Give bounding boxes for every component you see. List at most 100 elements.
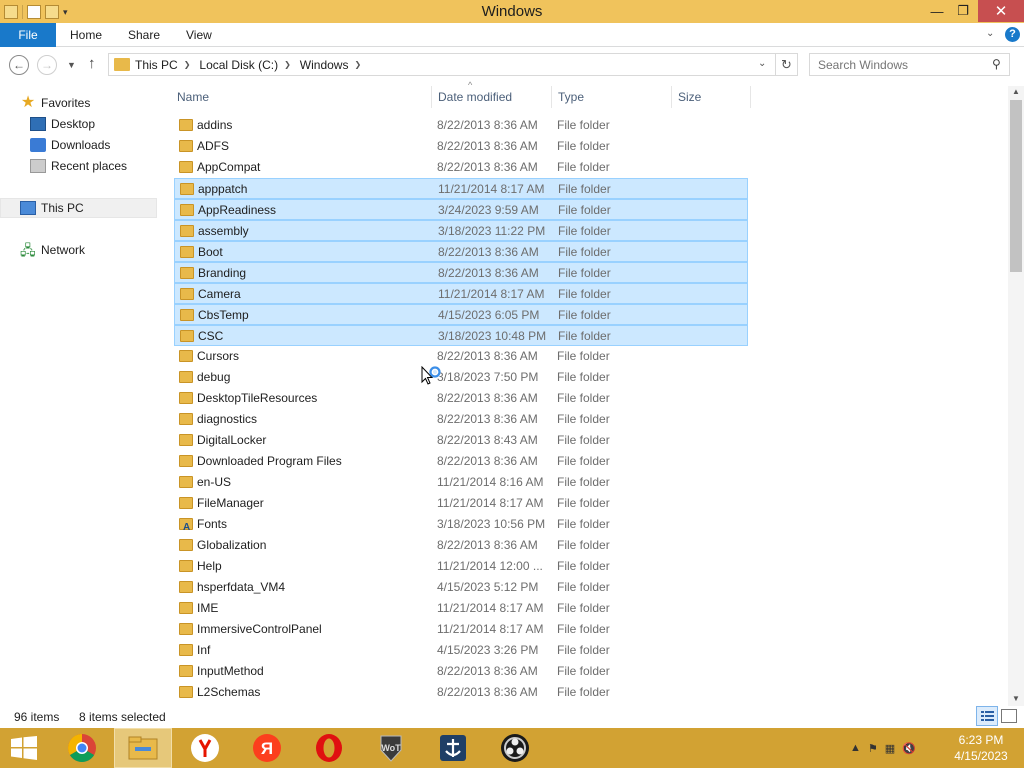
table-row[interactable]: diagnostics 8/22/2013 8:36 AM File folder: [174, 409, 748, 430]
table-row[interactable]: Branding 8/22/2013 8:36 AM File folder: [174, 262, 748, 283]
file-type: File folder: [557, 160, 610, 174]
sidebar-item-recent-places[interactable]: Recent places: [30, 156, 127, 176]
chevron-right-icon[interactable]: ❯: [354, 60, 361, 69]
column-header-date-modified[interactable]: Date modified: [432, 86, 552, 108]
table-row[interactable]: ImmersiveControlPanel 11/21/2014 8:17 AM F…: [174, 619, 748, 640]
details-view-button[interactable]: [976, 706, 998, 726]
expand-ribbon-icon[interactable]: ⌄: [986, 28, 994, 39]
scrollbar-thumb[interactable]: [1010, 100, 1022, 272]
breadcrumb-this-pc[interactable]: This PC: [135, 58, 178, 72]
table-row[interactable]: AppReadiness 3/24/2023 9:59 AM File folder: [174, 199, 748, 220]
table-row[interactable]: AppCompat 8/22/2013 8:36 AM File folder: [174, 157, 748, 178]
opera-icon[interactable]: [300, 728, 358, 768]
address-dropdown-icon[interactable]: ⌄: [758, 58, 766, 69]
file-date-modified: 3/18/2023 10:56 PM: [437, 517, 546, 531]
vertical-scrollbar[interactable]: ▲ ▼: [1008, 86, 1024, 706]
table-row[interactable]: CSC 3/18/2023 10:48 PM File folder: [174, 325, 748, 346]
file-date-modified: 8/22/2013 8:36 AM: [437, 160, 538, 174]
table-row[interactable]: Downloaded Program Files 8/22/2013 8:36 A…: [174, 451, 748, 472]
minimize-button[interactable]: —: [924, 0, 950, 22]
yandex-browser-icon[interactable]: [176, 728, 234, 768]
table-row[interactable]: en-US 11/21/2014 8:16 AM File folder: [174, 472, 748, 493]
refresh-button[interactable]: ↻: [776, 53, 798, 76]
tab-home[interactable]: Home: [70, 23, 102, 47]
folder-icon: [179, 560, 193, 572]
table-row[interactable]: Inf 4/15/2023 3:26 PM File folder: [174, 640, 748, 661]
close-button[interactable]: ✕: [978, 0, 1024, 22]
column-header-size[interactable]: Size: [672, 86, 751, 108]
restore-button[interactable]: ❐: [950, 0, 976, 22]
forward-button[interactable]: →: [37, 55, 57, 75]
recent-locations-icon[interactable]: ▼: [67, 60, 76, 70]
chevron-right-icon[interactable]: ❯: [184, 60, 191, 69]
table-row[interactable]: Help 11/21/2014 12:00 ... File folder: [174, 556, 748, 577]
sidebar-item-desktop[interactable]: Desktop: [30, 114, 95, 134]
breadcrumb-local-disk[interactable]: Local Disk (C:): [199, 58, 278, 72]
table-row[interactable]: Fonts 3/18/2023 10:56 PM File folder: [174, 514, 748, 538]
table-row[interactable]: ADFS 8/22/2013 8:36 AM File folder: [174, 136, 748, 157]
table-row[interactable]: Cursors 8/22/2013 8:36 AM File folder: [174, 346, 748, 367]
search-input[interactable]: [810, 54, 985, 75]
file-name: IME: [197, 601, 219, 615]
sidebar-item-favorites[interactable]: ★ Favorites: [20, 93, 91, 113]
table-row[interactable]: DesktopTileResources 8/22/2013 8:36 AM Fil…: [174, 388, 748, 409]
sidebar-item-network[interactable]: 🖧 Network: [20, 240, 85, 260]
file-name: hsperfdata_VM4: [197, 580, 286, 594]
up-button[interactable]: ↑: [88, 55, 96, 72]
sidebar-item-this-pc[interactable]: This PC: [20, 198, 84, 218]
table-row[interactable]: Boot 8/22/2013 8:36 AM File folder: [174, 241, 748, 262]
column-header-name[interactable]: Name: [171, 86, 432, 108]
table-row[interactable]: addins 8/22/2013 8:36 AM File folder: [174, 115, 748, 136]
table-row[interactable]: assembly 3/18/2023 11:22 PM File folder: [174, 220, 748, 241]
back-button[interactable]: ←: [9, 55, 29, 75]
sidebar-item-label: Favorites: [41, 96, 91, 110]
table-row[interactable]: hsperfdata_VM4 4/15/2023 5:12 PM File fold…: [174, 577, 748, 598]
scroll-down-icon[interactable]: ▼: [1008, 694, 1024, 703]
network-status-icon[interactable]: ▦: [885, 742, 895, 755]
volume-muted-icon[interactable]: 🔇: [902, 742, 916, 755]
folder-icon: [180, 246, 194, 258]
chevron-right-icon[interactable]: ❯: [284, 60, 291, 69]
table-row[interactable]: debug 3/18/2023 7:50 PM File folder: [174, 367, 748, 388]
tab-share[interactable]: Share: [128, 23, 160, 47]
large-icons-view-button[interactable]: [1001, 709, 1017, 723]
tab-file[interactable]: File: [0, 23, 56, 47]
table-row[interactable]: InputMethod 8/22/2013 8:36 AM File folder: [174, 661, 748, 682]
table-row[interactable]: apppatch 11/21/2014 8:17 AM File folder: [174, 178, 748, 199]
sidebar-item-downloads[interactable]: Downloads: [30, 135, 110, 155]
address-box[interactable]: This PC ❯ Local Disk (C:) ❯ Windows ❯ ⌄: [108, 53, 776, 76]
file-explorer-icon[interactable]: [114, 728, 172, 768]
computer-icon: [20, 201, 36, 215]
yandex-icon[interactable]: Я: [238, 728, 296, 768]
help-icon[interactable]: ?: [1005, 27, 1020, 42]
chrome-icon[interactable]: [53, 728, 111, 768]
clock[interactable]: 6:23 PM 4/15/2023: [944, 732, 1018, 764]
table-row[interactable]: FileManager 11/21/2014 8:17 AM File folder: [174, 493, 748, 514]
column-header-type[interactable]: Type: [552, 86, 672, 108]
file-date-modified: 3/18/2023 11:22 PM: [438, 224, 546, 238]
windows-logo-icon[interactable]: [10, 736, 38, 760]
breadcrumb-windows[interactable]: Windows: [300, 58, 349, 72]
table-row[interactable]: DigitalLocker 8/22/2013 8:43 AM File folde…: [174, 430, 748, 451]
table-row[interactable]: Camera 11/21/2014 8:17 AM File folder: [174, 283, 748, 304]
table-row[interactable]: L2Schemas 8/22/2013 8:36 AM File folder: [174, 682, 748, 703]
window-title: Windows: [481, 3, 543, 20]
show-hidden-icons-icon[interactable]: ▲: [850, 742, 861, 754]
table-row[interactable]: IME 11/21/2014 8:17 AM File folder: [174, 598, 748, 619]
network-icon: 🖧: [20, 242, 36, 258]
action-center-flag-icon[interactable]: ⚑: [868, 742, 878, 755]
file-date-modified: 8/22/2013 8:36 AM: [437, 454, 538, 468]
tab-view[interactable]: View: [186, 23, 212, 47]
obs-icon[interactable]: [486, 728, 544, 768]
table-row[interactable]: CbsTemp 4/15/2023 6:05 PM File folder: [174, 304, 748, 325]
folder-icon: [179, 350, 193, 362]
file-name: Inf: [197, 643, 211, 657]
search-icon[interactable]: ⚲: [992, 57, 1001, 71]
world-of-warships-icon[interactable]: [424, 728, 482, 768]
table-row[interactable]: Globalization 8/22/2013 8:36 AM File folde…: [174, 535, 748, 556]
world-of-tanks-icon[interactable]: WoT: [362, 728, 420, 768]
file-type: File folder: [557, 391, 610, 405]
scroll-up-icon[interactable]: ▲: [1008, 87, 1024, 96]
file-date-modified: 11/21/2014 8:17 AM: [437, 601, 544, 615]
details-view-icon: [981, 711, 994, 721]
